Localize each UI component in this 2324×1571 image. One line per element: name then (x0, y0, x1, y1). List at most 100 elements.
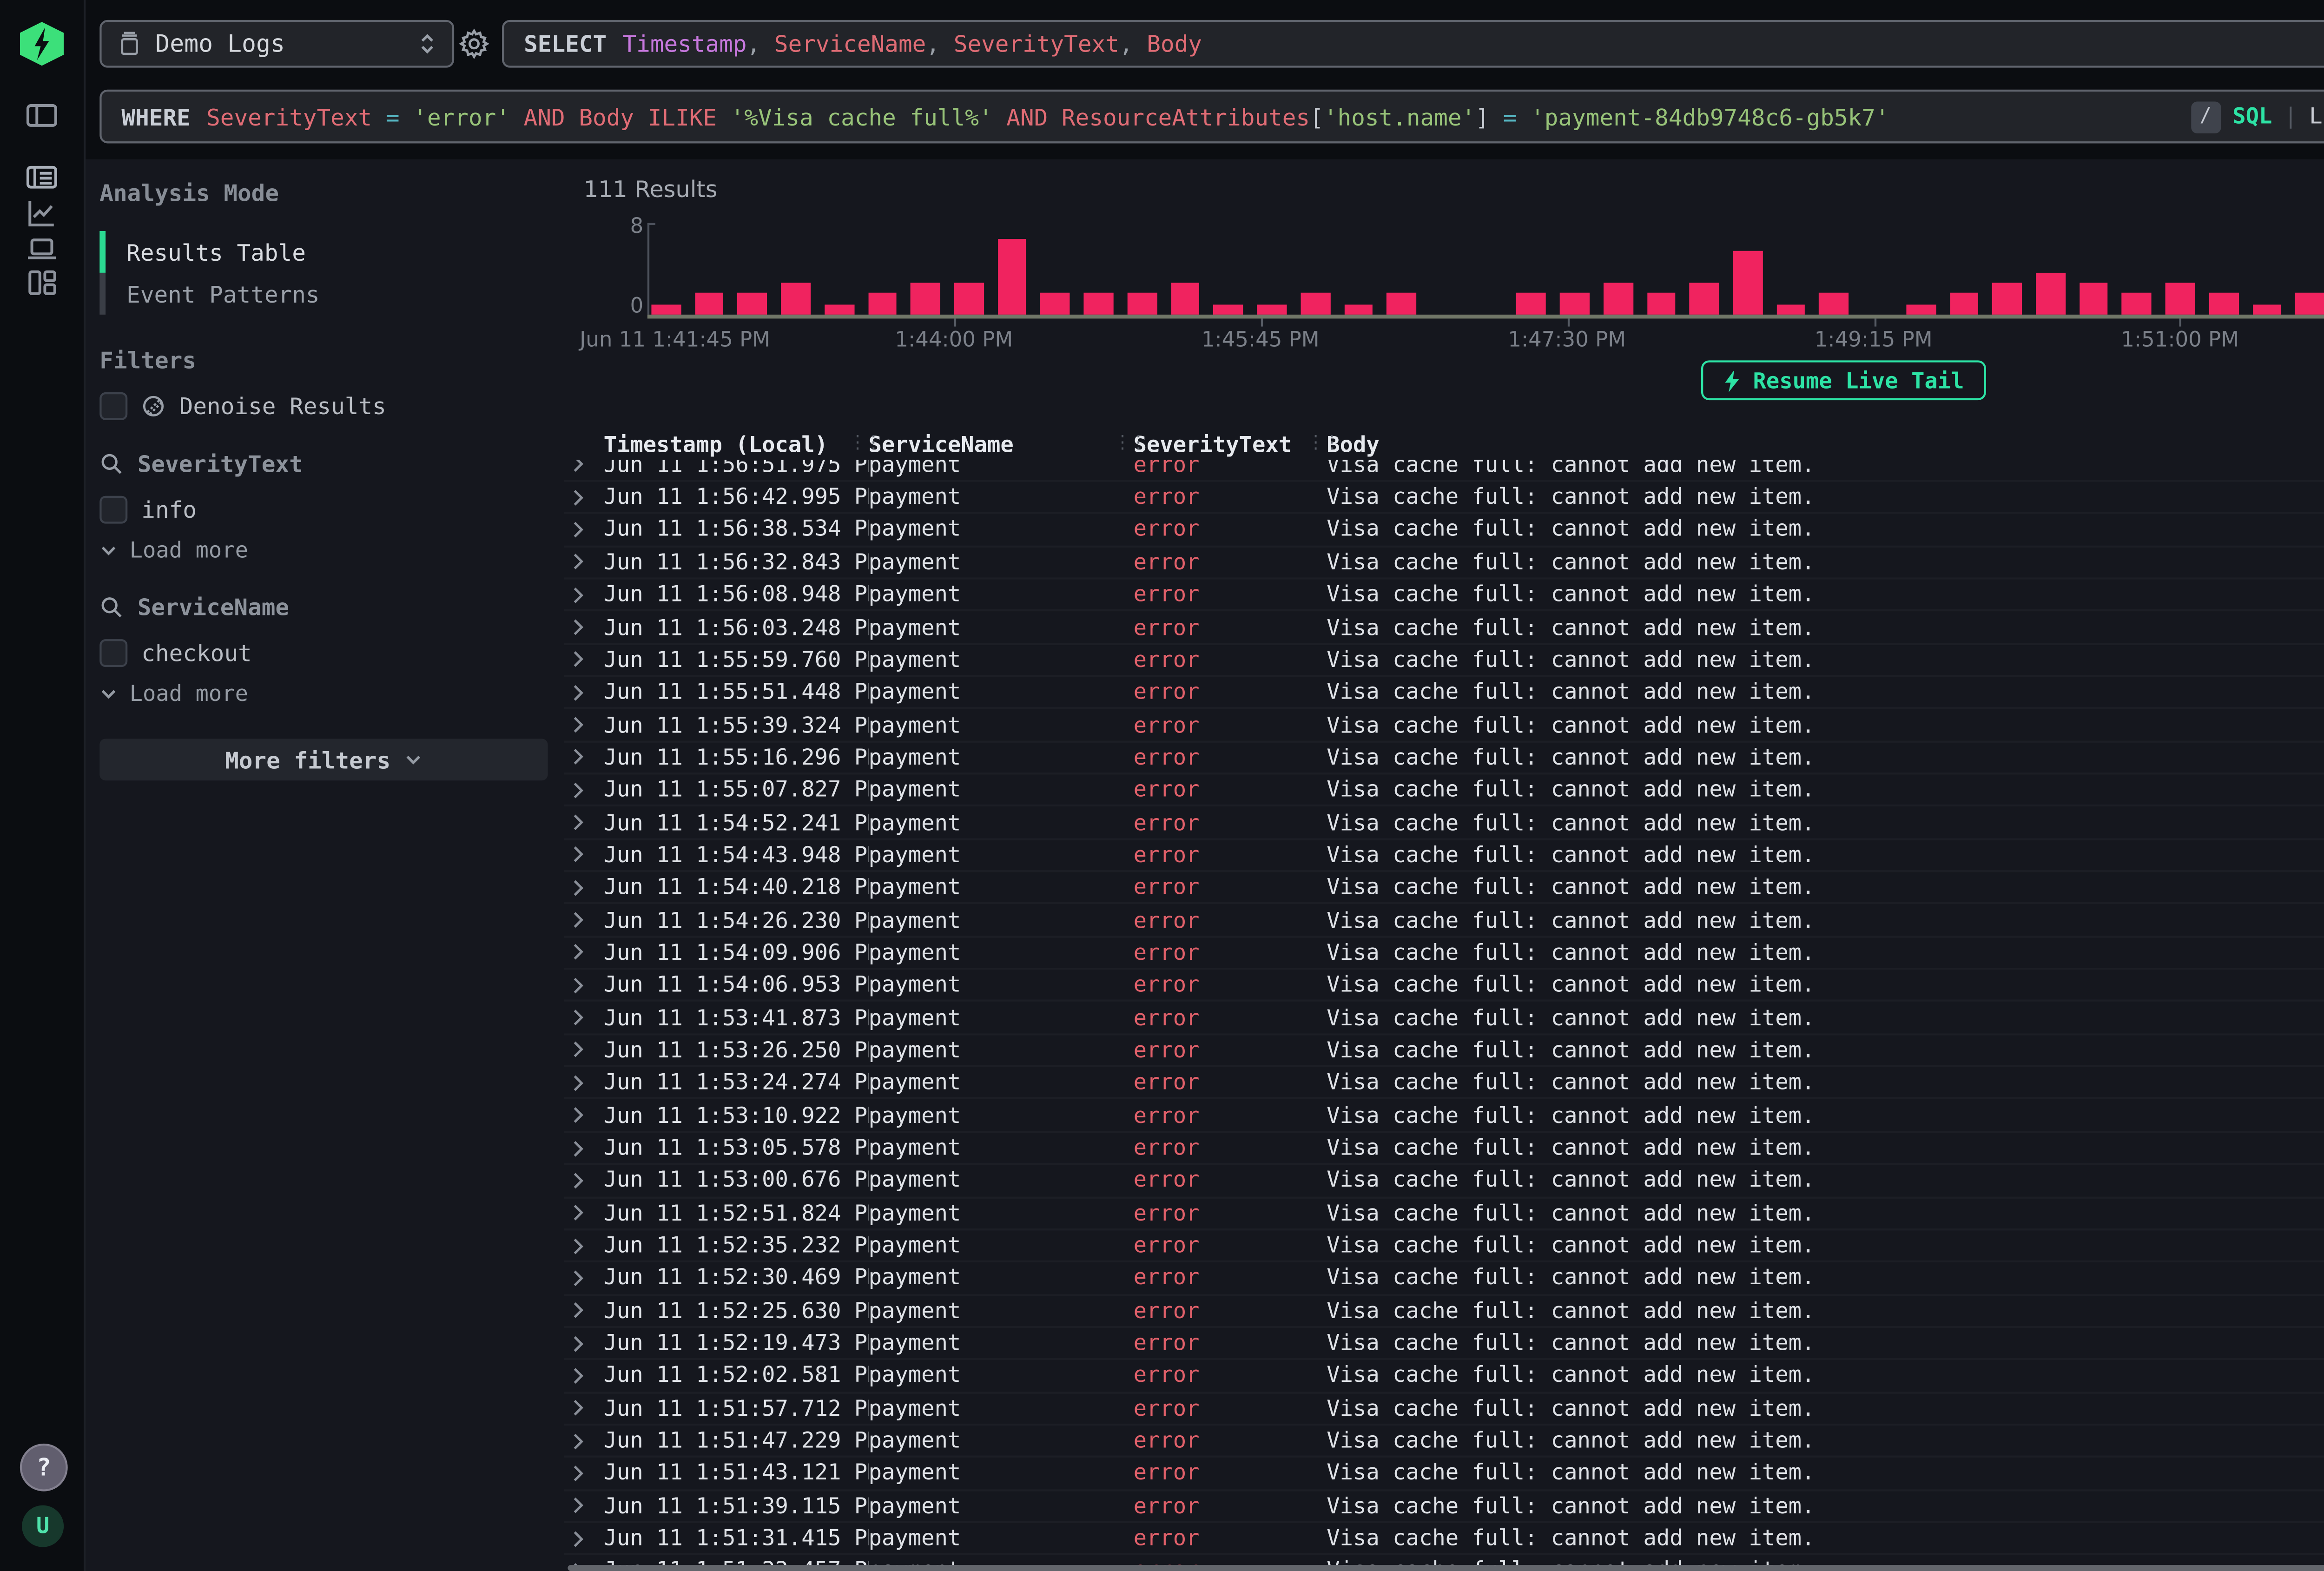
table-row[interactable]: Jun 11 1:52:51.824 PMpaymenterrorVisa ca… (564, 1198, 2324, 1230)
table-row[interactable]: Jun 11 1:54:09.906 PMpaymenterrorVisa ca… (564, 937, 2324, 970)
row-expand-chevron-icon[interactable] (568, 1008, 588, 1028)
row-expand-chevron-icon[interactable] (568, 1138, 588, 1158)
row-expand-chevron-icon[interactable] (568, 1203, 588, 1223)
row-expand-chevron-icon[interactable] (568, 552, 588, 572)
search-logs-icon[interactable] (24, 159, 59, 195)
load-more-button[interactable]: Load more (99, 681, 548, 707)
row-expand-chevron-icon[interactable] (568, 1235, 588, 1255)
resume-live-tail-button[interactable]: Resume Live Tail (1701, 360, 1986, 400)
row-expand-chevron-icon[interactable] (568, 1528, 588, 1548)
table-row[interactable]: Jun 11 1:55:51.448 PMpaymenterrorVisa ca… (564, 677, 2324, 710)
row-expand-chevron-icon[interactable] (568, 1105, 588, 1125)
table-row[interactable]: Jun 11 1:55:16.296 PMpaymenterrorVisa ca… (564, 742, 2324, 775)
sql-toggle[interactable]: SQL (2232, 104, 2272, 130)
table-row[interactable]: Jun 11 1:52:25.630 PMpaymenterrorVisa ca… (564, 1295, 2324, 1328)
row-expand-chevron-icon[interactable] (568, 845, 588, 865)
analysis-mode-item[interactable]: Results Table (99, 231, 548, 273)
row-expand-chevron-icon[interactable] (568, 1496, 588, 1516)
table-row[interactable]: Jun 11 1:56:08.948 PMpaymenterrorVisa ca… (564, 580, 2324, 612)
row-expand-chevron-icon[interactable] (568, 812, 588, 832)
row-expand-chevron-icon[interactable] (568, 1073, 588, 1093)
col-body[interactable]: Body (1327, 432, 2324, 458)
col-severitytext[interactable]: SeverityText (1134, 432, 1327, 458)
row-expand-chevron-icon[interactable] (568, 617, 588, 637)
row-expand-chevron-icon[interactable] (568, 1268, 588, 1288)
denoise-checkbox[interactable] (99, 392, 127, 420)
row-expand-chevron-icon[interactable] (568, 715, 588, 735)
row-expand-chevron-icon[interactable] (568, 1300, 588, 1320)
table-row[interactable]: Jun 11 1:53:41.873 PMpaymenterrorVisa ca… (564, 1003, 2324, 1035)
table-row[interactable]: Jun 11 1:51:57.712 PMpaymenterrorVisa ca… (564, 1393, 2324, 1426)
source-settings-gear-icon[interactable] (458, 28, 490, 60)
table-row[interactable]: Jun 11 1:52:19.473 PMpaymenterrorVisa ca… (564, 1328, 2324, 1360)
table-row[interactable]: Jun 11 1:55:07.827 PMpaymenterrorVisa ca… (564, 775, 2324, 807)
table-row[interactable]: Jun 11 1:51:47.229 PMpaymenterrorVisa ca… (564, 1426, 2324, 1458)
lucene-toggle[interactable]: Lucene (2309, 104, 2324, 130)
horizontal-scrollbar-thumb[interactable] (568, 1565, 2324, 1570)
table-row[interactable]: Jun 11 1:56:32.843 PMpaymenterrorVisa ca… (564, 547, 2324, 580)
row-expand-chevron-icon[interactable] (568, 487, 588, 507)
column-resize-handle[interactable]: ⋮⋮ (1307, 432, 1339, 456)
table-row[interactable]: Jun 11 1:54:40.218 PMpaymenterrorVisa ca… (564, 872, 2324, 905)
sidebar-toggle-icon[interactable] (24, 98, 59, 133)
table-row[interactable]: Jun 11 1:54:52.241 PMpaymenterrorVisa ca… (564, 807, 2324, 840)
row-expand-chevron-icon[interactable] (568, 878, 588, 898)
row-expand-chevron-icon[interactable] (568, 585, 588, 605)
dashboards-icon[interactable] (24, 265, 59, 301)
table-row[interactable]: Jun 11 1:52:02.581 PMpaymenterrorVisa ca… (564, 1360, 2324, 1393)
table-row[interactable]: Jun 11 1:56:42.995 PMpaymenterrorVisa ca… (564, 482, 2324, 515)
user-avatar[interactable]: U (22, 1505, 64, 1547)
search-icon[interactable] (99, 452, 123, 475)
more-filters-button[interactable]: More filters (99, 739, 548, 780)
where-query-input[interactable]: WHERE SeverityText = 'error' AND Body IL… (99, 90, 2324, 144)
table-row[interactable]: Jun 11 1:55:39.324 PMpaymenterrorVisa ca… (564, 710, 2324, 742)
table-row[interactable]: Jun 11 1:51:31.415 PMpaymenterrorVisa ca… (564, 1523, 2324, 1556)
table-row[interactable]: Jun 11 1:53:00.676 PMpaymenterrorVisa ca… (564, 1165, 2324, 1198)
table-row[interactable]: Jun 11 1:56:38.534 PMpaymenterrorVisa ca… (564, 515, 2324, 547)
row-expand-chevron-icon[interactable] (568, 975, 588, 995)
table-row[interactable]: Jun 11 1:54:26.230 PMpaymenterrorVisa ca… (564, 905, 2324, 937)
table-row[interactable]: Jun 11 1:55:59.760 PMpaymenterrorVisa ca… (564, 645, 2324, 677)
row-expand-chevron-icon[interactable] (568, 460, 588, 475)
load-more-button[interactable]: Load more (99, 538, 548, 564)
help-button[interactable]: ? (20, 1444, 68, 1492)
table-row[interactable]: Jun 11 1:54:43.948 PMpaymenterrorVisa ca… (564, 840, 2324, 872)
col-timestamp[interactable]: Timestamp (Local) (604, 432, 869, 458)
row-expand-chevron-icon[interactable] (568, 1170, 588, 1190)
table-row[interactable]: Jun 11 1:53:05.578 PMpaymenterrorVisa ca… (564, 1133, 2324, 1165)
analysis-mode-item[interactable]: Event Patterns (99, 273, 548, 315)
table-row[interactable]: Jun 11 1:56:51.975 PMpaymenterrorVisa ca… (564, 460, 2324, 482)
table-row[interactable]: Jun 11 1:53:10.922 PMpaymenterrorVisa ca… (564, 1100, 2324, 1133)
column-resize-handle[interactable]: ⋮⋮ (849, 432, 881, 456)
search-icon[interactable] (99, 595, 123, 619)
row-expand-chevron-icon[interactable] (568, 520, 588, 540)
chart-explorer-icon[interactable] (24, 195, 59, 231)
row-expand-chevron-icon[interactable] (568, 780, 588, 800)
source-select[interactable]: Demo Logs (99, 20, 454, 68)
table-row[interactable]: Jun 11 1:53:24.274 PMpaymenterrorVisa ca… (564, 1068, 2324, 1100)
filter-checkbox[interactable] (99, 496, 127, 524)
row-expand-chevron-icon[interactable] (568, 1398, 588, 1418)
select-query-input[interactable]: SELECT Timestamp, ServiceName, SeverityT… (502, 20, 2324, 68)
sessions-icon[interactable] (24, 230, 59, 266)
app-logo-icon[interactable] (20, 22, 64, 66)
row-expand-chevron-icon[interactable] (568, 910, 588, 930)
row-expand-chevron-icon[interactable] (568, 943, 588, 963)
table-row[interactable]: Jun 11 1:52:30.469 PMpaymenterrorVisa ca… (564, 1263, 2324, 1295)
table-row[interactable]: Jun 11 1:56:03.248 PMpaymenterrorVisa ca… (564, 612, 2324, 645)
filter-checkbox[interactable] (99, 639, 127, 667)
row-expand-chevron-icon[interactable] (568, 1366, 588, 1386)
table-row[interactable]: Jun 11 1:54:06.953 PMpaymenterrorVisa ca… (564, 970, 2324, 1003)
row-expand-chevron-icon[interactable] (568, 1040, 588, 1060)
table-row[interactable]: Jun 11 1:52:35.232 PMpaymenterrorVisa ca… (564, 1230, 2324, 1263)
row-expand-chevron-icon[interactable] (568, 650, 588, 670)
row-expand-chevron-icon[interactable] (568, 1431, 588, 1451)
row-expand-chevron-icon[interactable] (568, 747, 588, 767)
row-expand-chevron-icon[interactable] (568, 1333, 588, 1353)
col-servicename[interactable]: ServiceName (869, 432, 1134, 458)
row-expand-chevron-icon[interactable] (568, 682, 588, 702)
table-row[interactable]: Jun 11 1:53:26.250 PMpaymenterrorVisa ca… (564, 1035, 2324, 1068)
column-resize-handle[interactable]: ⋮⋮ (1114, 432, 1146, 456)
table-row[interactable]: Jun 11 1:51:39.115 PMpaymenterrorVisa ca… (564, 1491, 2324, 1523)
row-expand-chevron-icon[interactable] (568, 1463, 588, 1483)
